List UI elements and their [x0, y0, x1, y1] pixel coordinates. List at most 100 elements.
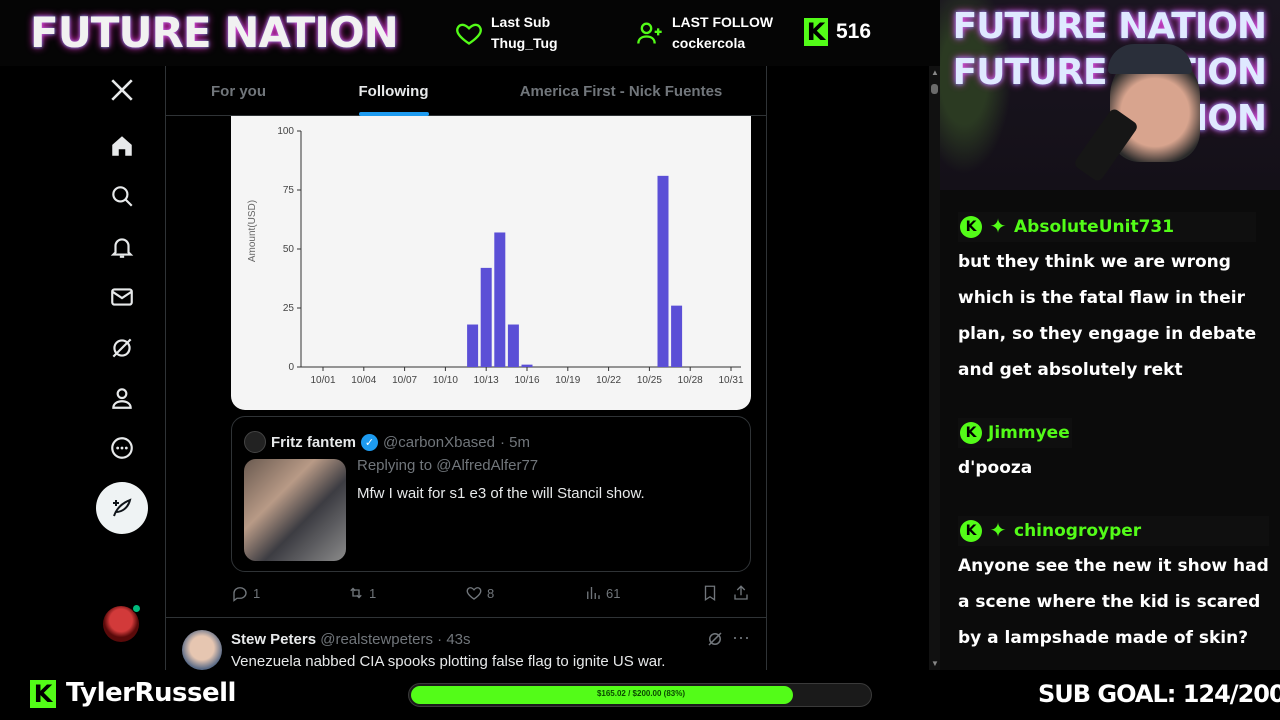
grok-icon[interactable] [706, 630, 724, 648]
repost-count: 1 [369, 585, 377, 601]
views-count: 61 [606, 585, 621, 601]
tweet[interactable]: Stew Peters @realstewpeters · 43s Venezu… [166, 618, 766, 670]
last-sub-value: Thug_Tug [491, 35, 558, 51]
chat-line: but they think we are wrong [958, 252, 1231, 272]
sub-badge-icon: ✦ [989, 520, 1007, 542]
kick-badge-icon: K [960, 520, 982, 542]
like-count: 8 [487, 585, 495, 601]
author-handle[interactable]: @realstewpeters [320, 631, 433, 648]
avatar[interactable] [182, 630, 222, 670]
chat-username[interactable]: chinogroyper [1014, 521, 1141, 541]
x-tick-label: 10/10 [433, 375, 458, 386]
tab-label: America First - Nick Fuentes [519, 82, 723, 100]
author-name[interactable]: Stew Peters [231, 631, 316, 648]
scrollbar-thumb[interactable] [931, 84, 938, 94]
x-tick-label: 10/22 [596, 375, 621, 386]
y-tick-label: 50 [283, 244, 295, 255]
tab-america-first[interactable]: America First - Nick Fuentes [476, 66, 766, 116]
more-options-icon[interactable]: ··· [732, 627, 750, 648]
online-indicator [132, 604, 141, 613]
kick-badge-icon: K [960, 422, 982, 444]
heart-icon [466, 587, 482, 600]
page-scrollbar[interactable]: ▲ ▼ [929, 66, 940, 670]
author-handle[interactable]: @carbonXbased [383, 434, 495, 451]
tab-label: Following [358, 82, 429, 100]
webcam-feed: FUTURE NATION FUTURE NATION NATION [940, 0, 1280, 190]
y-tick-label: 25 [283, 303, 295, 314]
y-tick-label: 0 [288, 362, 294, 373]
x-logo-icon[interactable] [108, 76, 136, 104]
messages-icon[interactable] [108, 283, 136, 311]
scroll-down-icon[interactable]: ▼ [931, 659, 939, 668]
replying-to: Replying to @AlfredAlfer77 [357, 457, 539, 474]
tweet-header: Stew Peters @realstewpeters · 43s [231, 631, 471, 648]
tab-following[interactable]: Following [311, 66, 476, 116]
last-sub-label: Last Sub [491, 14, 551, 30]
last-follow-value: cockercola [672, 35, 746, 51]
chat-username[interactable]: Jimmyee [988, 423, 1070, 443]
timeline-feed: For you Following America First - Nick F… [166, 66, 767, 670]
bookmark-button[interactable] [701, 584, 719, 602]
last-sub-widget: Last Sub Thug_Tug [455, 12, 558, 54]
tweet-time: · 43s [437, 631, 471, 648]
verified-badge-icon: ✓ [361, 433, 379, 451]
x-tick-label: 10/28 [678, 375, 703, 386]
follower-count-widget: K 516 [804, 18, 871, 46]
reply-count: 1 [253, 585, 261, 601]
account-avatar[interactable] [103, 604, 141, 642]
quoted-tweet-image[interactable] [244, 459, 346, 561]
chat-text: Anyone see the new it show had a scene w… [958, 548, 1269, 656]
chat-line: d'pooza [958, 458, 1033, 478]
quoted-tweet-header: Fritz fantem ✓ @carbonXbased · 5m [244, 431, 530, 453]
last-follow-widget: LAST FOLLOW cockercola [636, 12, 773, 54]
views-button[interactable]: 61 [584, 584, 620, 602]
x-tick-label: 10/16 [514, 375, 539, 386]
grok-icon[interactable] [108, 334, 136, 362]
stream-top-bar: FUTURE NATION Last Sub Thug_Tug LAST FOL… [0, 0, 940, 66]
x-tick-label: 10/07 [392, 375, 417, 386]
chart-bar [657, 175, 669, 367]
profile-icon[interactable] [108, 384, 136, 412]
chart-bar [507, 324, 519, 367]
tab-label: For you [211, 82, 266, 100]
notifications-icon[interactable] [108, 233, 136, 261]
chat-line: by a lampshade made of skin? [958, 628, 1249, 648]
y-tick-label: 75 [283, 185, 295, 196]
like-button[interactable]: 8 [465, 584, 494, 602]
goal-progress-text: $165.02 / $200.00 (83%) [596, 689, 686, 698]
quoted-tweet-text: Mfw I wait for s1 e3 of the will Stancil… [357, 485, 645, 502]
timeline-tabs: For you Following America First - Nick F… [166, 66, 766, 116]
streamer-name: TylerRussell [66, 678, 236, 708]
brand-logo: FUTURE NATION [30, 8, 399, 57]
tab-for-you[interactable]: For you [166, 66, 311, 116]
share-button[interactable] [732, 584, 750, 602]
stream-overlay: FUTURE NATION Last Sub Thug_Tug LAST FOL… [0, 0, 1280, 720]
chat-panel: K ✦ AbsoluteUnit731 but they think we ar… [940, 190, 1280, 670]
scroll-up-icon[interactable]: ▲ [931, 68, 939, 77]
chat-message: K ✦ chinogroyper Anyone see the new it s… [958, 516, 1269, 656]
chart-image[interactable]: 0 25 50 75 100 Amount(USD) 10/01 10/04 10/07 10/1… [231, 116, 751, 410]
x-tick-label: 10/01 [310, 375, 335, 386]
repost-button[interactable]: 1 [347, 584, 376, 602]
author-name[interactable]: Fritz fantem [271, 434, 356, 451]
search-icon[interactable] [108, 182, 136, 210]
kick-logo-icon: K [30, 680, 56, 708]
compose-post-button[interactable] [96, 482, 148, 534]
stream-bottom-bar: K TylerRussell $165.02 / $200.00 (83%) S… [0, 670, 1280, 720]
sub-goal: SUB GOAL: 124/200 [1038, 680, 1280, 708]
avatar[interactable] [244, 431, 266, 453]
last-follow-label: LAST FOLLOW [672, 14, 774, 30]
cam-neon-sign: FUTURE NATION [952, 6, 1267, 47]
bookmark-icon [704, 585, 716, 602]
reply-button[interactable]: 1 [231, 584, 260, 602]
more-icon[interactable] [108, 434, 136, 462]
chat-text: but they think we are wrong which is the… [958, 244, 1256, 388]
home-icon[interactable] [108, 132, 136, 160]
quoted-tweet[interactable]: Fritz fantem ✓ @carbonXbased · 5m Replyi… [231, 416, 751, 572]
compose-icon [113, 498, 132, 517]
repost-icon [350, 587, 362, 599]
chat-message-header: K ✦ chinogroyper [958, 516, 1269, 546]
chat-username[interactable]: AbsoluteUnit731 [1014, 217, 1174, 237]
y-axis-label: Amount(USD) [247, 200, 258, 262]
kick-badge-icon: K [960, 216, 982, 238]
